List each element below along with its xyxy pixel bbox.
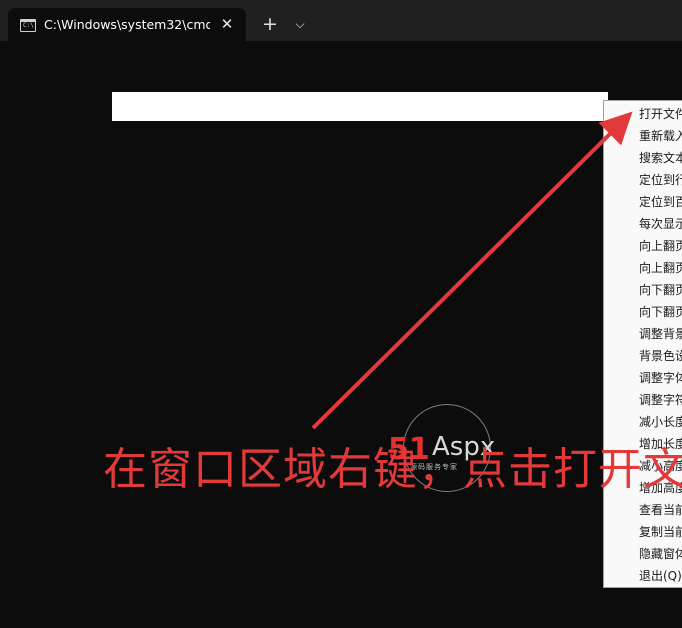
annotation-arrow: [311, 111, 633, 430]
annotation-text: 在窗口区域右键，点击打开文: [103, 444, 682, 495]
annotation-arrow-line: [311, 111, 633, 430]
